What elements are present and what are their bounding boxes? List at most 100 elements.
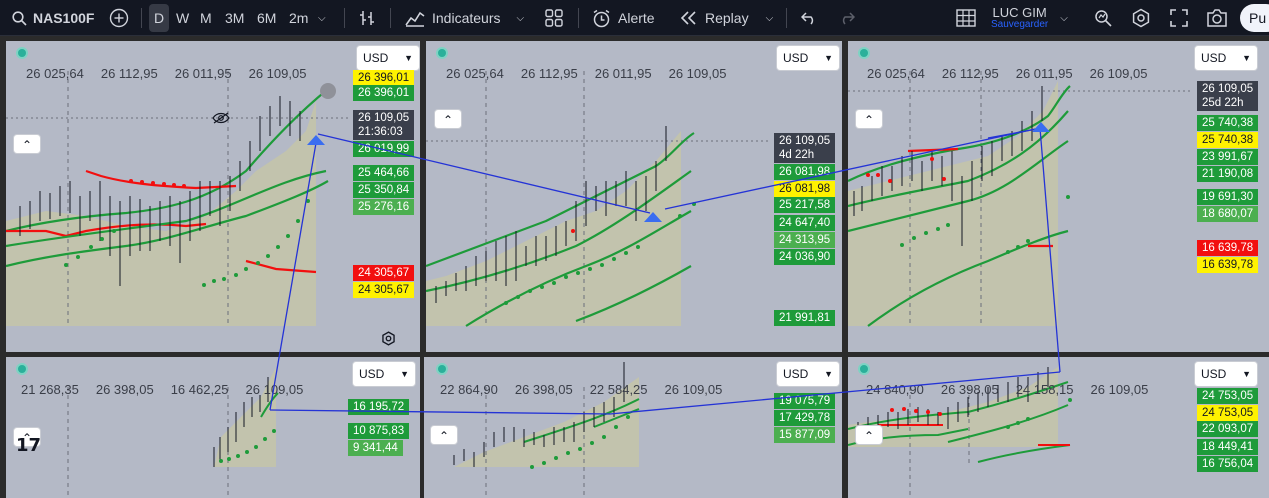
add-icon [109, 8, 129, 28]
publish-button[interactable]: Pu [1240, 4, 1269, 32]
price-tag: 24 305,67 [353, 282, 415, 298]
fullscreen-icon [1170, 9, 1188, 27]
price-tag: 16 756,04 [1197, 456, 1259, 472]
chevron-up-icon: ⌃ [863, 113, 875, 127]
chart-pane-3[interactable]: 26 025,64 26 112,95 26 011,95 26 109,05 USD… [848, 41, 1269, 352]
redo-button[interactable] [839, 0, 855, 36]
alert-button[interactable]: Alerte [592, 0, 655, 36]
chart-pane-6[interactable]: 24 840,90 26 398,05 24 158,15 26 109,05 USD… [848, 357, 1269, 498]
pane-top-labels: 26 025,64 26 112,95 26 011,95 26 109,05 [446, 66, 727, 81]
layout-icon [545, 9, 563, 27]
user-name: LUC GIM [992, 4, 1047, 20]
timeframe-2m[interactable]: 2m [289, 0, 308, 36]
top-toolbar: NAS100F D W M 3M 6M 2m ⌵ Indicateurs ⌵ A… [0, 0, 1269, 36]
currency-select[interactable]: USD ▼ [356, 45, 420, 71]
chevron-down-icon: ▼ [824, 53, 833, 63]
chart-pane-5[interactable]: 22 864,90 26 398,05 22 584,25 26 109,05 USD… [424, 357, 842, 498]
camera-icon [1206, 9, 1228, 27]
indicators-label: Indicateurs [432, 10, 501, 26]
price-tag: 25 217,58 [774, 197, 836, 213]
price-tag: 22 093,07 [1197, 421, 1259, 437]
pane-top-labels: 26 025,64 26 112,95 26 011,95 26 109,05 [867, 66, 1148, 81]
chevron-up-icon: ⌃ [438, 429, 450, 443]
chevron-up-icon: ⌃ [863, 429, 875, 443]
settings-icon[interactable] [381, 331, 396, 349]
grid-icon [956, 9, 976, 27]
currency-select[interactable]: USD ▼ [1194, 361, 1258, 387]
grid-layout-button[interactable] [956, 0, 976, 36]
price-tag: 24 313,95 [774, 232, 836, 248]
save-label: Sauvegarder [991, 18, 1049, 30]
layout-button[interactable] [545, 0, 563, 36]
chart-pane-4[interactable]: 21 268,35 26 398,05 16 462,25 26 109,05 USD… [6, 357, 420, 498]
chevron-down-icon: ▼ [1242, 369, 1251, 379]
currency-select[interactable]: USD ▼ [352, 361, 416, 387]
quick-search-button[interactable] [1094, 0, 1112, 36]
collapse-button[interactable]: ⌃ [855, 425, 883, 445]
last-price-tag: 26 109,05 25d 22h [1197, 81, 1259, 111]
indicators-button[interactable]: Indicateurs ⌵ [405, 0, 524, 36]
collapse-button[interactable]: ⌃ [13, 134, 41, 154]
price-tag: 23 991,67 [1197, 149, 1259, 165]
chart-pane-1[interactable]: 26 025,64 26 112,95 26 011,95 26 109,05 USD… [6, 41, 420, 352]
screenshot-button[interactable] [1206, 0, 1228, 36]
pane-top-labels: 26 025,64 26 112,95 26 011,95 26 109,05 [26, 66, 307, 81]
currency-select[interactable]: USD ▼ [1194, 45, 1258, 71]
timeframe-w[interactable]: W [176, 0, 189, 36]
indicators-icon [405, 9, 425, 27]
price-tag: 19 691,30 [1197, 189, 1259, 205]
symbol-search[interactable]: NAS100F [12, 0, 94, 36]
search-icon [12, 10, 27, 26]
chevron-down-icon: ⌵ [765, 12, 774, 24]
currency-select[interactable]: USD ▼ [776, 45, 840, 71]
user-save-button[interactable]: LUC GIM Sauvegarder ⌵ [991, 0, 1068, 36]
price-tag: 24 036,90 [774, 249, 836, 265]
replay-icon [680, 11, 697, 25]
settings-button[interactable] [1131, 0, 1151, 36]
price-tag: 16 639,78 [1197, 257, 1259, 273]
add-symbol-button[interactable] [109, 0, 129, 36]
chevron-down-icon: ▼ [400, 369, 409, 379]
collapse-button[interactable]: ⌃ [434, 109, 462, 129]
price-tag: 17 429,78 [774, 410, 836, 426]
price-tag: 15 877,09 [774, 427, 836, 443]
timeframe-m[interactable]: M [200, 0, 212, 36]
pane-top-labels: 24 840,90 26 398,05 24 158,15 26 109,05 [866, 382, 1149, 397]
redo-icon [839, 11, 855, 25]
quick-search-icon [1094, 9, 1112, 27]
timeframe-6m[interactable]: 6M [257, 0, 276, 36]
price-tag: 25 464,66 [353, 165, 415, 181]
undo-icon [801, 11, 817, 25]
fullscreen-button[interactable] [1170, 0, 1188, 36]
pane-status-dot [438, 49, 446, 57]
pane-top-labels: 21 268,35 26 398,05 16 462,25 26 109,05 [21, 382, 304, 397]
collapse-button[interactable]: ⌃ [855, 109, 883, 129]
replay-button[interactable]: Replay ⌵ [680, 0, 773, 36]
chevron-down-icon: ▼ [824, 369, 833, 379]
pane-status-dot [18, 49, 26, 57]
currency-select[interactable]: USD ▼ [776, 361, 840, 387]
price-tag: 26 396,01 [353, 85, 415, 101]
price-tag: 21 991,81 [774, 310, 836, 326]
hide-eye-icon[interactable] [212, 111, 230, 129]
chevron-down-icon: ▼ [404, 53, 413, 63]
price-tag: 25 740,38 [1197, 115, 1259, 131]
price-tag: 19 075,79 [774, 393, 836, 409]
chevron-down-icon: ⌵ [516, 12, 525, 24]
chart-pane-2[interactable]: 26 025,64 26 112,95 26 011,95 26 109,05 USD… [426, 41, 842, 352]
price-tag: 16 639,78 [1197, 240, 1259, 256]
timeframe-dropdown[interactable]: ⌵ [318, 0, 326, 36]
last-price-tag: 26 109,05 21:36:03 [353, 110, 415, 140]
price-tag: 26 019,99 [353, 141, 415, 157]
bar-style-button[interactable] [358, 0, 376, 36]
price-tag: 24 305,67 [353, 265, 415, 281]
price-tag: 16 195,72 [348, 399, 410, 415]
last-price-tag: 26 109,05 4d 22h [774, 133, 836, 163]
timeframe-d[interactable]: D [149, 4, 170, 32]
undo-button[interactable] [801, 0, 817, 36]
timeframe-3m[interactable]: 3M [225, 0, 244, 36]
bar-style-icon [358, 9, 376, 27]
collapse-button[interactable]: ⌃ [430, 425, 458, 445]
price-tag: 18 449,41 [1197, 439, 1259, 455]
price-tag: 25 276,16 [353, 199, 415, 215]
